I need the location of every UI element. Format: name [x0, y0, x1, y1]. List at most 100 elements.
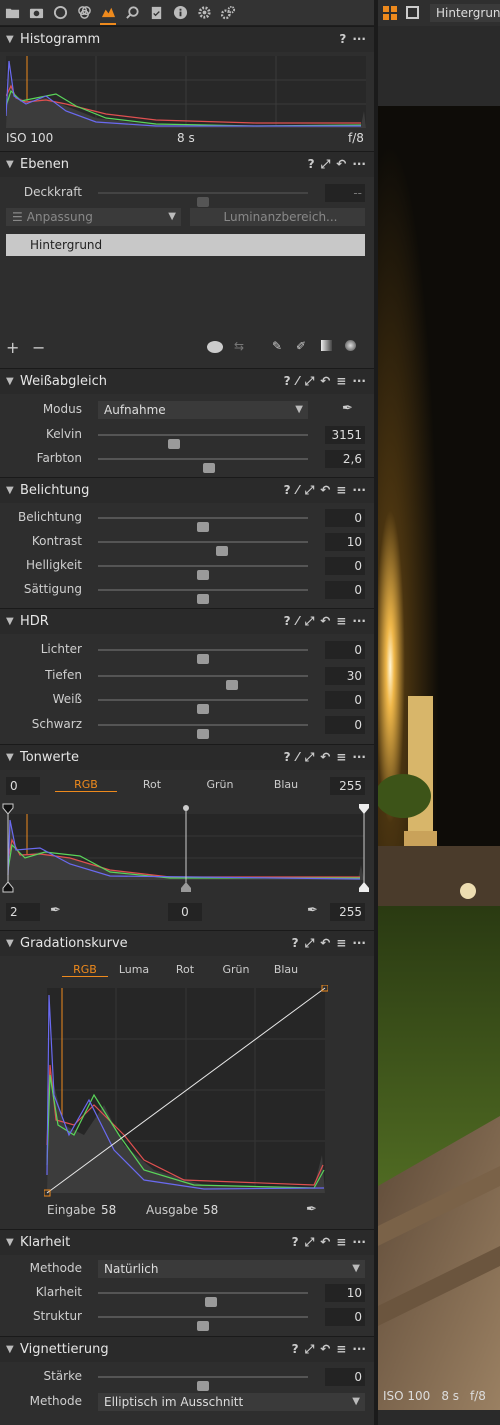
- reset-icon[interactable]: ↶: [320, 1342, 330, 1357]
- list-icon[interactable]: ≡: [336, 483, 346, 498]
- reset-icon[interactable]: ↶: [320, 1235, 330, 1250]
- slider-value[interactable]: 0: [325, 1308, 365, 1326]
- slider-value[interactable]: 10: [325, 1284, 365, 1302]
- wb-mode-dropdown[interactable]: Aufnahme ▼: [98, 401, 308, 419]
- white-eyedropper-icon[interactable]: ✒: [307, 903, 318, 918]
- remove-layer-icon[interactable]: −: [32, 338, 45, 357]
- camera-icon[interactable]: [28, 5, 44, 21]
- slider-knob[interactable]: [197, 1321, 209, 1331]
- gradient-mask-icon[interactable]: [321, 340, 332, 351]
- single-view-icon[interactable]: [406, 6, 419, 19]
- collapse-chevron-icon[interactable]: ▼: [6, 752, 20, 763]
- brush-icon[interactable]: ✎: [272, 339, 282, 353]
- brightness-slider[interactable]: [98, 565, 308, 580]
- settings-icon[interactable]: [196, 5, 212, 21]
- opacity-value[interactable]: --: [325, 184, 365, 202]
- curve-header[interactable]: ▼ Gradationskurve ? ⤢ ↶ ≡ ···: [0, 930, 374, 956]
- expand-icon[interactable]: ⤢: [305, 1342, 315, 1357]
- reset-icon[interactable]: ↶: [320, 936, 330, 951]
- luminance-range-button[interactable]: Luminanzbereich...: [190, 208, 365, 226]
- expand-icon[interactable]: ⤢: [321, 157, 331, 172]
- lens-icon[interactable]: [52, 5, 68, 21]
- metadata-icon[interactable]: [148, 5, 164, 21]
- clarity-method-dropdown[interactable]: Natürlich ▼: [98, 1260, 365, 1278]
- expand-icon[interactable]: ⤢: [305, 374, 315, 389]
- picker-icon[interactable]: ⁄: [297, 483, 299, 498]
- slider-value[interactable]: 0: [325, 557, 365, 575]
- help-icon[interactable]: ?: [284, 614, 291, 629]
- color-icon[interactable]: [76, 5, 92, 21]
- reset-icon[interactable]: ↶: [320, 483, 330, 498]
- slider-knob[interactable]: [197, 729, 209, 739]
- output-high-value[interactable]: 255: [330, 903, 365, 921]
- collapse-chevron-icon[interactable]: ▼: [6, 616, 20, 627]
- vignette-method-dropdown[interactable]: Elliptisch im Ausschnitt ▼: [98, 1393, 365, 1411]
- curve-picker-icon[interactable]: ✒: [306, 1202, 317, 1217]
- exposure-icon[interactable]: [100, 1, 116, 25]
- help-icon[interactable]: ?: [308, 157, 315, 172]
- slider-knob[interactable]: [197, 1381, 209, 1391]
- expand-icon[interactable]: ⤢: [305, 483, 315, 498]
- more-icon[interactable]: ···: [352, 32, 366, 46]
- structure-slider[interactable]: [98, 1316, 308, 1331]
- library-icon[interactable]: [4, 5, 20, 21]
- saturation-slider[interactable]: [98, 589, 308, 604]
- image-viewer[interactable]: Hintergrund ISO 100 8 s f/8: [378, 0, 500, 1425]
- variant-tab[interactable]: Hintergrund: [430, 4, 500, 22]
- midtone-value[interactable]: 0: [168, 903, 202, 921]
- tab-green[interactable]: Grün: [187, 778, 253, 792]
- slider-value[interactable]: 0: [325, 1368, 365, 1386]
- slider-value[interactable]: 10: [325, 533, 365, 551]
- opacity-slider[interactable]: [98, 192, 308, 207]
- layer-item-background[interactable]: Hintergrund: [6, 234, 365, 256]
- help-icon[interactable]: ?: [284, 750, 291, 765]
- clarity-header[interactable]: ▼ Klarheit ? ⤢ ↶ ≡ ···: [0, 1229, 374, 1255]
- input-high-value[interactable]: 255: [330, 777, 365, 795]
- help-icon[interactable]: ?: [284, 374, 291, 389]
- slider-knob[interactable]: [203, 463, 216, 473]
- tab-blue[interactable]: Blau: [253, 778, 319, 792]
- levels-graph[interactable]: [0, 800, 374, 896]
- levels-header[interactable]: ▼ Tonwerte ? ⁄ ⤢ ↶ ≡ ···: [0, 744, 374, 770]
- slider-value[interactable]: 0: [325, 581, 365, 599]
- expand-icon[interactable]: ⤢: [305, 1235, 315, 1250]
- eye-icon[interactable]: [207, 341, 223, 353]
- slider-value[interactable]: 0: [325, 691, 365, 709]
- slider-value[interactable]: 0: [325, 716, 365, 734]
- info-icon[interactable]: [172, 5, 188, 21]
- slider-knob[interactable]: [197, 594, 209, 604]
- output-low-value[interactable]: 2: [6, 903, 40, 921]
- expand-icon[interactable]: ⤢: [305, 750, 315, 765]
- tint-value[interactable]: 2,6: [325, 450, 365, 468]
- contrast-slider[interactable]: [98, 541, 308, 556]
- adjust-icon[interactable]: [220, 5, 236, 21]
- grid-view-icon[interactable]: [383, 6, 397, 20]
- more-icon[interactable]: ···: [352, 374, 366, 389]
- tint-slider[interactable]: [98, 458, 308, 473]
- blacks-slider[interactable]: [98, 724, 308, 739]
- collapse-chevron-icon[interactable]: ▼: [6, 34, 20, 45]
- tab-green[interactable]: Grün: [210, 963, 262, 977]
- help-icon[interactable]: ?: [292, 1342, 299, 1357]
- input-low-value[interactable]: 0: [6, 777, 40, 795]
- tab-red[interactable]: Rot: [160, 963, 210, 977]
- more-icon[interactable]: ···: [352, 1342, 366, 1357]
- tab-rgb[interactable]: RGB: [62, 963, 108, 977]
- slider-knob[interactable]: [197, 197, 209, 207]
- slider-value[interactable]: 30: [325, 667, 365, 685]
- collapse-chevron-icon[interactable]: ▼: [6, 1344, 20, 1355]
- exposure-slider[interactable]: [98, 517, 308, 532]
- layers-header[interactable]: ▼ Ebenen ? ⤢ ↶ ···: [0, 151, 374, 177]
- radial-mask-icon[interactable]: [345, 340, 356, 351]
- picker-icon[interactable]: ⁄: [297, 374, 299, 389]
- reset-icon[interactable]: ↶: [320, 374, 330, 389]
- collapse-chevron-icon[interactable]: ▼: [6, 1237, 20, 1248]
- search-icon[interactable]: [124, 5, 140, 21]
- collapse-chevron-icon[interactable]: ▼: [6, 938, 20, 949]
- tab-red[interactable]: Rot: [117, 778, 187, 792]
- more-icon[interactable]: ···: [352, 157, 366, 172]
- shadows-slider[interactable]: [98, 675, 308, 690]
- list-icon[interactable]: ≡: [336, 936, 346, 951]
- picker-icon[interactable]: ⁄: [297, 614, 299, 629]
- eyedropper-icon[interactable]: ✒: [342, 401, 353, 416]
